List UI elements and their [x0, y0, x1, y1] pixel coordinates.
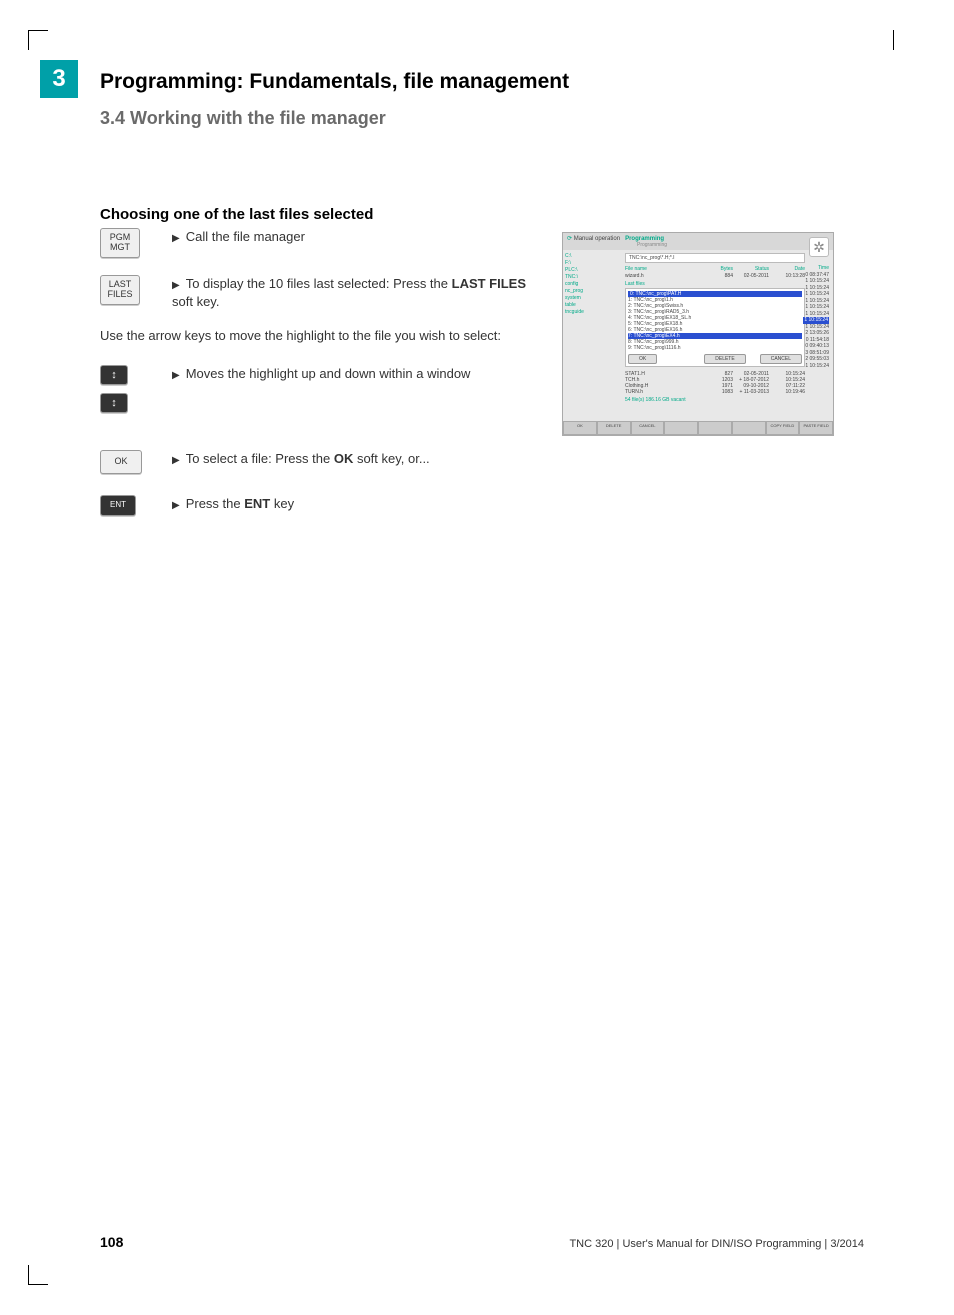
ent-key: ENT [100, 495, 136, 516]
sub-heading: Choosing one of the last files selected [100, 206, 373, 223]
sc-last-files-dialog: 0: TNC:\nc_prog\PAT.H 1: TNC:\nc_prog\1.… [625, 288, 805, 367]
sc-cancel-button[interactable]: CANCEL [760, 354, 802, 364]
step-5: ENT ▶Press the ENT key [100, 495, 530, 516]
sc-header: ⟳ Manual operation Programming Programmi… [563, 233, 833, 250]
step-4-text: ▶To select a file: Press the OK soft key… [172, 450, 430, 468]
sc-softkey-empty [732, 421, 766, 435]
sc-summary: 54 file(s) 186.16 GB vacant [625, 397, 805, 403]
sc-file-row: wizard.h 884 02-05-2011 10:13:28 [625, 273, 805, 279]
sc-last-files-title: Last files [625, 281, 805, 287]
body-text: Use the arrow keys to move the highlight… [100, 327, 520, 345]
caret-icon: ▶ [172, 370, 180, 381]
arrow-down-key: ↕ [100, 393, 128, 413]
ok-softkey: OK [100, 450, 142, 474]
crop-mark-tl [28, 30, 48, 50]
page-number: 108 [100, 1234, 123, 1250]
step-3-text: Moves the highlight up and down within a… [186, 366, 471, 381]
sc-column-header: File name Bytes Status Date [625, 265, 805, 273]
caret-icon: ▶ [172, 280, 180, 291]
step-3: ↕ ↕ ▶ Moves the highlight up and down wit… [100, 365, 530, 413]
sc-softkey-delete[interactable]: DELETE [597, 421, 631, 435]
sc-last-file: 9: TNC:\nc_prog\1116.h [628, 345, 802, 351]
step-4: OK ▶To select a file: Press the OK soft … [100, 450, 530, 474]
step-1-text: Call the file manager [186, 229, 305, 244]
sc-softkey-paste[interactable]: PASTE FIELD [799, 421, 833, 435]
pgm-mgt-key: PGM MGT [100, 228, 140, 258]
footer-text: TNC 320 | User's Manual for DIN/ISO Prog… [569, 1238, 864, 1250]
sc-softkey-copy[interactable]: COPY FIELD [766, 421, 800, 435]
chapter-title: Programming: Fundamentals, file manageme… [100, 70, 569, 94]
caret-icon: ▶ [172, 455, 180, 466]
sc-ok-button[interactable]: OK [628, 354, 657, 364]
sc-softkey-empty [698, 421, 732, 435]
gear-icon: ✲ [809, 237, 829, 257]
step-2: LAST FILES ▶To display the 10 files last… [100, 275, 530, 311]
crop-mark-tr [893, 30, 894, 50]
sc-softkey-bar: OK DELETE CANCEL COPY FIELD PASTE FIELD [563, 421, 833, 435]
caret-icon: ▶ [172, 233, 180, 244]
step-5-text: ▶Press the ENT key [172, 495, 294, 513]
sc-main-panel: TNC:\nc_prog\*.H;*.I File name Bytes Sta… [625, 253, 805, 403]
arrow-up-key: ↕ [100, 365, 128, 385]
sc-lower-list: STAT1.H82702-05-201110:15:24 TCH.h1203+ … [625, 371, 805, 395]
crop-mark-bl [28, 1265, 48, 1285]
file-manager-screenshot: ⟳ Manual operation Programming Programmi… [562, 232, 834, 436]
sc-softkey-empty [664, 421, 698, 435]
last-files-key: LAST FILES [100, 275, 140, 305]
chapter-badge: 3 [40, 60, 78, 98]
caret-icon: ▶ [172, 500, 180, 511]
step-2-text: ▶To display the 10 files last selected: … [172, 275, 530, 311]
section-heading: 3.4 Working with the file manager [100, 108, 386, 129]
sc-softkey-cancel[interactable]: CANCEL [631, 421, 665, 435]
sc-sidebar-right: ✲ [809, 237, 831, 257]
sc-softkey-ok[interactable]: OK [563, 421, 597, 435]
sc-drive-tree: C:\ F:\ PLC:\ TNC:\ config nc_prog syste… [565, 253, 623, 316]
sc-path-bar: TNC:\nc_prog\*.H;*.I [625, 253, 805, 263]
sc-delete-button[interactable]: DELETE [704, 354, 745, 364]
step-1: PGM MGT ▶ Call the file manager [100, 228, 530, 258]
sc-file-row: TURN.h1083+ 11-03-201310:19:46 [625, 389, 805, 395]
sc-time-column: Time 0 08:37:47 1 10:15:24 1 10:15:24 1 … [803, 265, 829, 369]
